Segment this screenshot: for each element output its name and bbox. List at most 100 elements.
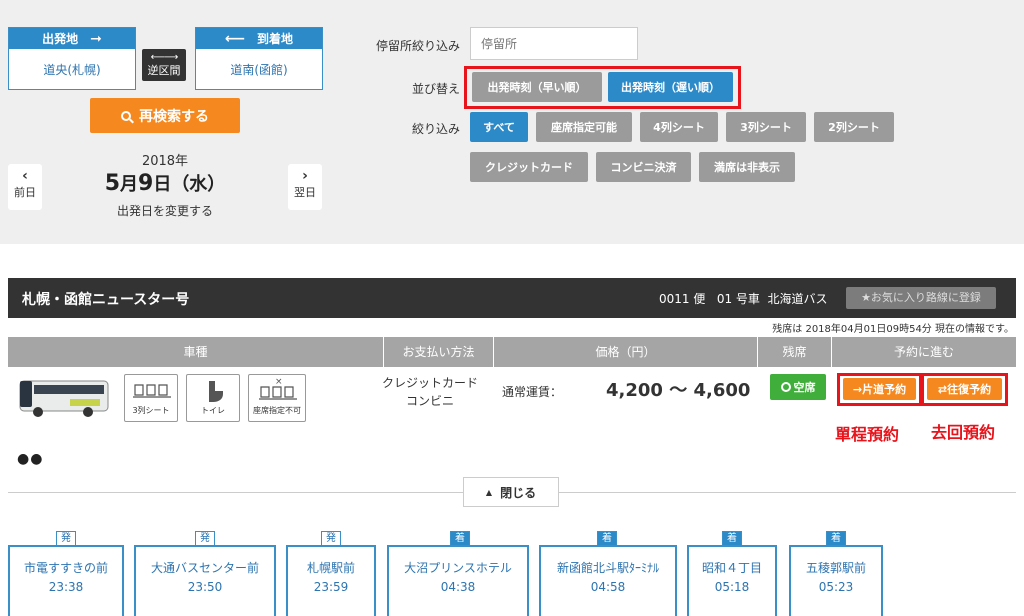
route-name: 札幌・函館ニュースター号 [22, 292, 190, 308]
search-panel: 出発地 ➞ 道央(札幌) ⟵⟶ 逆区間 ⟵ 到着地 道南(函館) 再検索する ‹… [0, 0, 1024, 244]
swap-arrows-icon: ⟵⟶ [150, 52, 179, 63]
date-month-unit: 月 [120, 174, 138, 195]
flight-number: 0011 便 [659, 292, 706, 306]
stop-card[interactable]: 新函館北斗駅ﾀｰﾐﾅﾙ 04:58 [539, 545, 677, 616]
stop-time: 05:18 [714, 580, 750, 594]
operator-name: 北海道バス [767, 292, 828, 306]
departure-box[interactable]: 出発地 ➞ 道央(札幌) [8, 27, 136, 90]
chevron-left-icon: ‹ [22, 168, 28, 184]
feature-3row-seat: 3列シート [124, 374, 178, 422]
arrow-right-icon: ➞ [90, 30, 102, 47]
date-weekday: （水） [171, 174, 226, 195]
filter-3row[interactable]: 3列シート [726, 112, 806, 142]
oneway-label: 片道予約 [862, 383, 907, 396]
seat-status-label: 空席 [793, 381, 816, 394]
stop-time: 04:38 [440, 580, 476, 594]
sort-early-button[interactable]: 出発時刻（早い順） [472, 72, 602, 102]
table-header: 車種 お支払い方法 価格（円） 残席 予約に進む [8, 337, 1016, 367]
feature-no-seat-select: × 座席指定不可 [248, 374, 306, 422]
departure-value: 道央(札幌) [43, 62, 101, 77]
next-day-label: 翌日 [294, 186, 316, 199]
roundtrip-label: 往復予約 [947, 383, 992, 396]
filter-credit-card[interactable]: クレジットカード [470, 152, 588, 182]
roundtrip-reserve-button[interactable]: ⇄ 往復予約 [927, 378, 1002, 400]
stop-filter-input[interactable] [470, 27, 638, 60]
favorite-route-button[interactable]: ★お気に入り路線に登録 [846, 287, 996, 309]
available-circle-icon [780, 382, 791, 392]
more-dots: ●● [17, 451, 44, 467]
stop-time: 23:38 [48, 580, 84, 594]
search-icon [121, 110, 131, 121]
route-header: 札幌・函館ニュースター号 0011 便 01 号車 北海道バス ★お気に入り路線… [8, 278, 1016, 318]
header-seats: 残席 [758, 337, 832, 367]
route-meta: 0011 便 01 号車 北海道バス [659, 290, 828, 307]
feature-toilet-label: トイレ [201, 406, 225, 415]
change-date-link[interactable]: 出発日を変更する [60, 202, 270, 219]
next-day-button[interactable]: › 翌日 [288, 164, 322, 210]
payment-credit: クレジットカード [381, 376, 478, 390]
stop-card[interactable]: 大沼プリンスホテル 04:38 [387, 545, 529, 616]
payment-convenience: コンビニ [405, 394, 454, 408]
seat-unavailable-icon: × [259, 377, 297, 400]
stop-card[interactable]: 昭和４丁目 05:18 [687, 545, 777, 616]
seat-icon [133, 384, 171, 398]
departure-label: 出発地 [42, 32, 79, 46]
roundtrip-arrows-icon: ⇄ [937, 382, 948, 396]
date-month: 5 [104, 171, 120, 196]
fare-value: 4,200 ～ 4,600 [606, 380, 751, 401]
swap-label: 逆区間 [147, 64, 181, 77]
header-payment: お支払い方法 [384, 337, 494, 367]
stop-card[interactable]: 大通バスセンター前 23:50 [134, 545, 276, 616]
arrival-box[interactable]: ⟵ 到着地 道南(函館) [195, 27, 323, 90]
header-price: 価格（円） [494, 337, 758, 367]
stop-card[interactable]: 札幌駅前 23:59 [286, 545, 376, 616]
prev-day-label: 前日 [14, 186, 36, 199]
arrow-right-icon: → [852, 382, 863, 396]
close-details-button[interactable]: ▲ 閉じる [463, 477, 559, 507]
stop-name: 昭和４丁目 [701, 561, 762, 575]
seat-info-note: 残席は 2018年04月01日09時54分 現在の情報です。 [772, 324, 1014, 335]
stop-name: 五稜郭駅前 [805, 561, 866, 575]
date-day-unit: 日 [153, 174, 172, 195]
filter-label: 絞り込み [411, 122, 460, 136]
oneway-annotation: 單程預約 [835, 425, 900, 444]
filter-4row[interactable]: 4列シート [640, 112, 718, 142]
svg-text:×: × [275, 377, 283, 387]
sort-late-button[interactable]: 出発時刻（遅い順） [608, 72, 733, 102]
feature-3row-label: 3列シート [132, 406, 170, 415]
stop-time: 23:50 [187, 580, 223, 594]
filter-convenience[interactable]: コンビニ決済 [596, 152, 691, 182]
prev-day-button[interactable]: ‹ 前日 [8, 164, 42, 210]
stop-name: 大通バスセンター前 [150, 561, 259, 575]
filter-all[interactable]: すべて [470, 112, 528, 142]
roundtrip-annotation: 去回預約 [931, 423, 996, 442]
date-year: 2018年 [141, 154, 189, 169]
seat-status-badge: 空席 [770, 374, 826, 400]
sort-label: 並び替え [411, 82, 460, 96]
arrival-header: ⟵ 到着地 [196, 28, 322, 49]
triangle-up-icon: ▲ [485, 487, 493, 497]
swap-direction-button[interactable]: ⟵⟶ 逆区間 [142, 49, 186, 81]
arrow-left-icon: ⟵ [224, 30, 246, 47]
stop-time: 04:58 [590, 580, 626, 594]
header-vehicle: 車種 [8, 337, 384, 367]
date-main: 5月9日（水） [60, 169, 270, 200]
filter-2row[interactable]: 2列シート [814, 112, 894, 142]
chevron-right-icon: › [302, 168, 308, 184]
date-display: 2018年 5月9日（水） 出発日を変更する [60, 150, 270, 219]
car-number: 01 号車 [716, 292, 760, 306]
fare-label: 通常運賃： [502, 385, 563, 399]
stop-card[interactable]: 五稜郭駅前 05:23 [789, 545, 883, 616]
filter-seat-select[interactable]: 座席指定可能 [536, 112, 632, 142]
close-label: 閉じる [500, 485, 537, 500]
stop-card[interactable]: 市電すすきの前 23:38 [8, 545, 124, 616]
stop-name: 市電すすきの前 [23, 561, 108, 575]
arrival-value: 道南(函館) [230, 62, 288, 77]
filter-hide-full[interactable]: 満席は非表示 [699, 152, 795, 182]
stop-time: 05:23 [818, 580, 854, 594]
research-button[interactable]: 再検索する [90, 98, 240, 133]
oneway-reserve-button[interactable]: → 片道予約 [843, 378, 916, 400]
feature-toilet: トイレ [186, 374, 240, 422]
stop-name: 新函館北斗駅ﾀｰﾐﾅﾙ [556, 561, 659, 575]
header-reserve: 予約に進む [893, 345, 954, 359]
